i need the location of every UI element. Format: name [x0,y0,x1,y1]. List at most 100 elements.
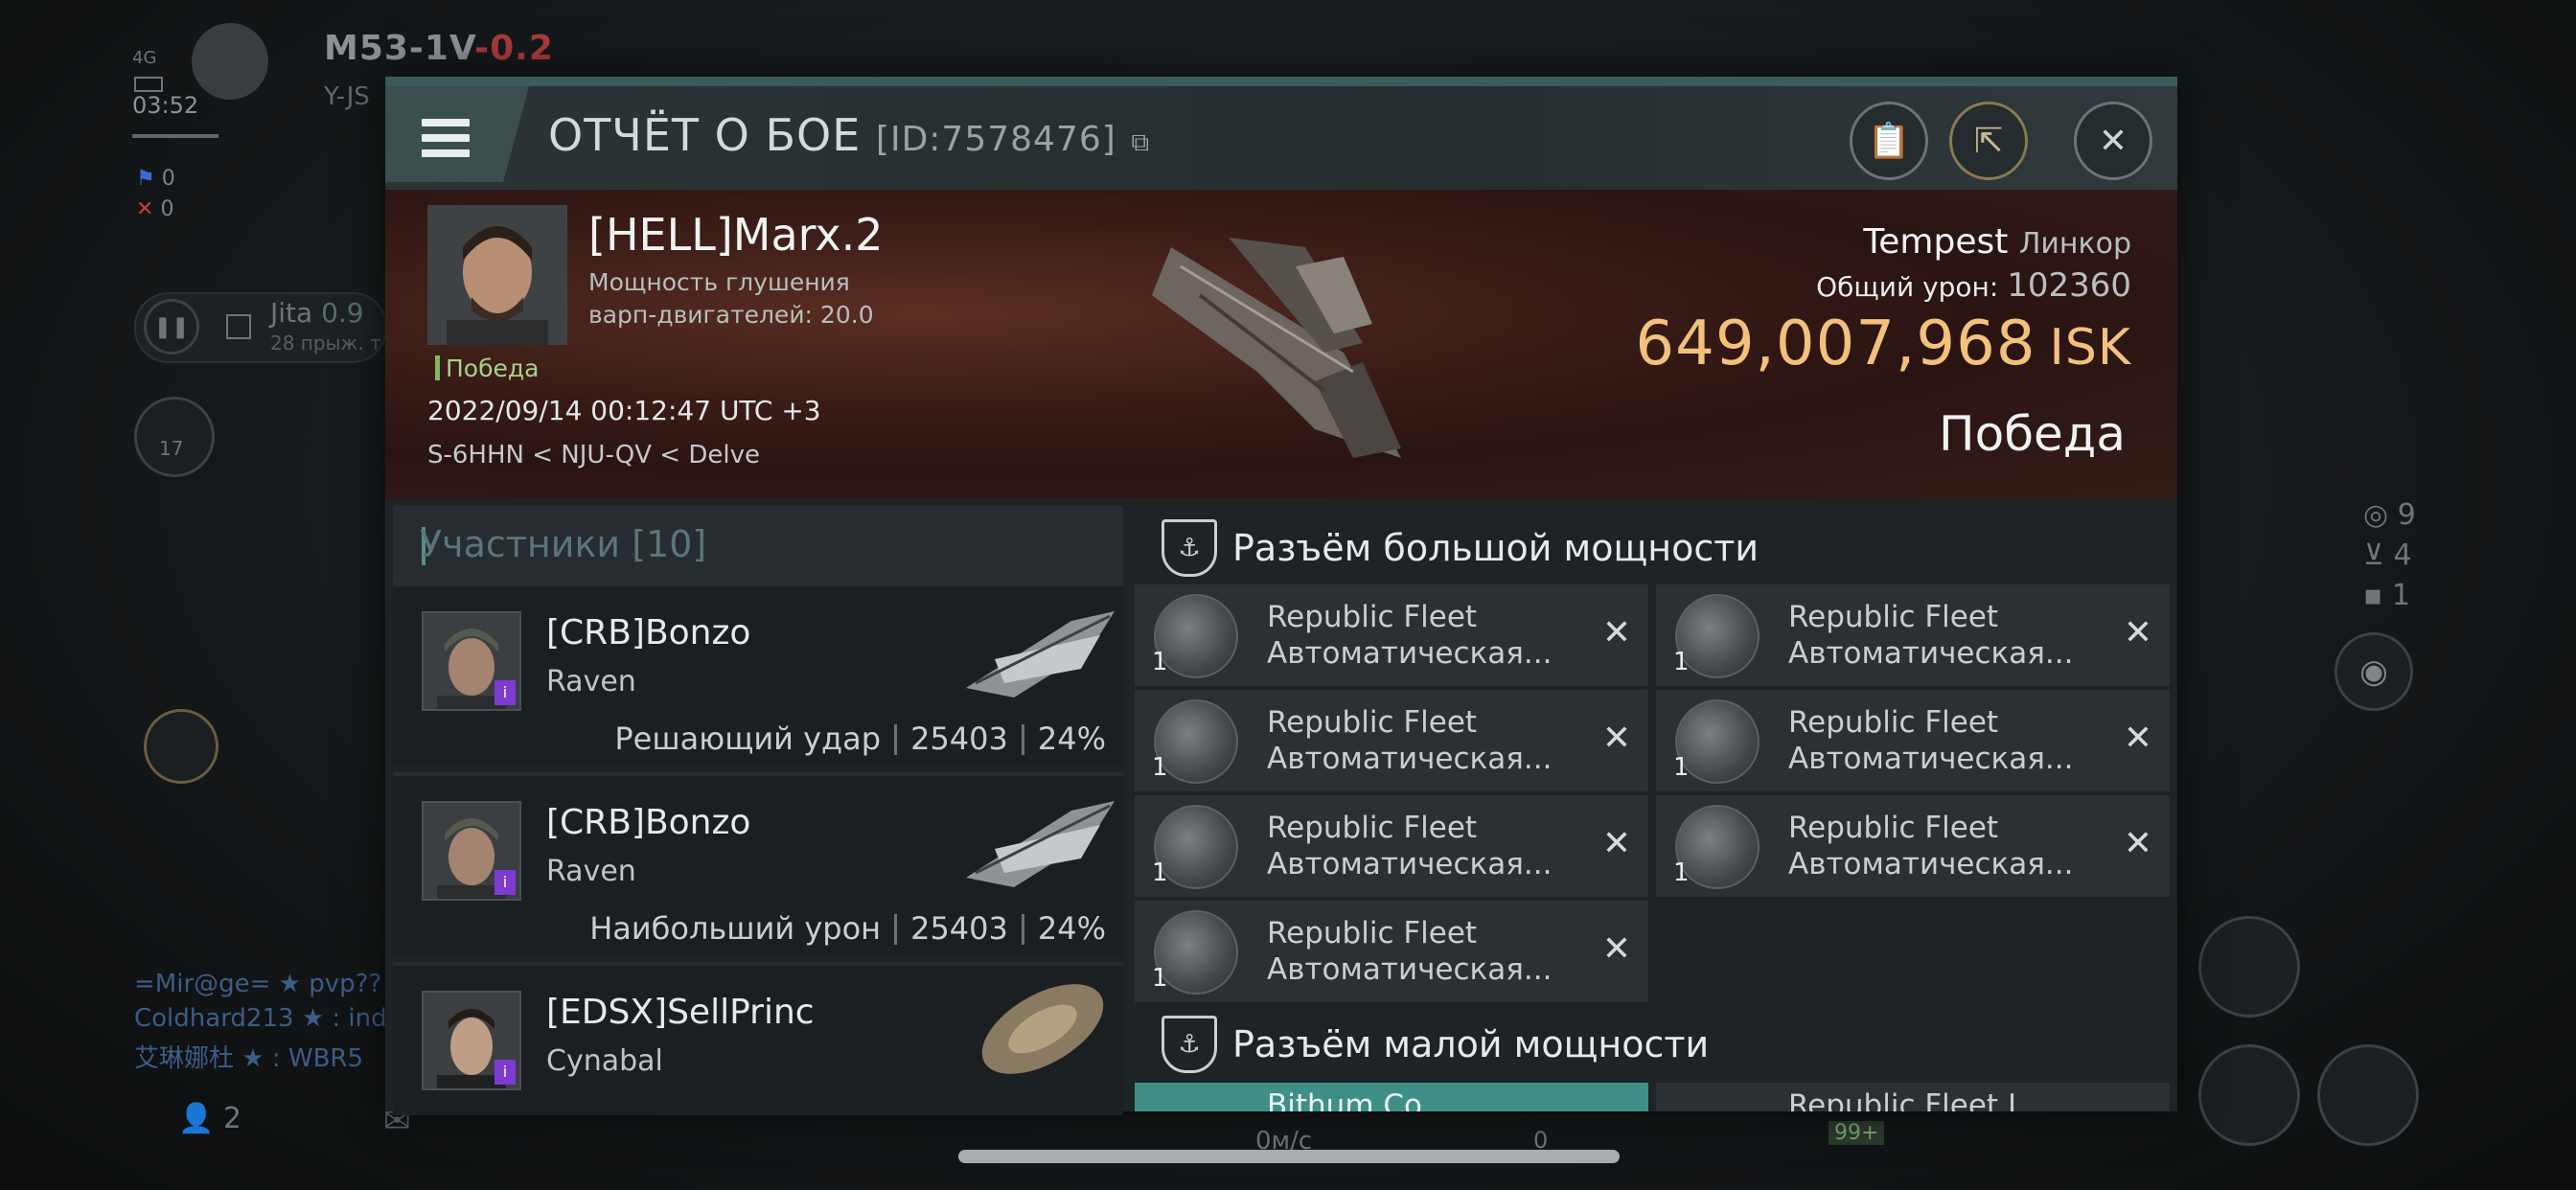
low-slots-title: Разъём малой мощности [1232,1023,1710,1065]
participant-row[interactable]: i [CRB]Bonzo Raven Решающий удар 25403 24% [393,583,1123,767]
dialog-top-accent [385,77,2177,86]
system-name[interactable]: M53-1V-0.2 [324,29,554,68]
participant-portrait[interactable]: i [422,801,521,901]
network-indicator: 4G [132,48,157,68]
close-button[interactable]: ✕ [2074,102,2152,180]
participant-name: [CRB]Bonzo [546,803,751,842]
pilot-portrait[interactable] [427,205,567,345]
notification-badge: 99+ [1828,1121,1885,1145]
eye-icon[interactable]: ◉ [2334,632,2413,711]
flag-row-red: ✕ 0 [136,197,174,221]
participant-ship: Raven [546,855,636,888]
module-name: Republic Fleet [1267,705,1478,740]
rank-level: 17 [159,437,184,460]
module-qty: 1 [1152,964,1168,993]
ship-image [966,611,1115,698]
module-name: Republic Fleet L... [1788,1088,2053,1111]
target-icon[interactable] [144,709,218,784]
module-item[interactable]: Bithum Co... [1135,1083,1648,1111]
destroyed-x-icon: ✕ [2123,719,2152,758]
module-type: Автоматическая... [1267,742,1552,776]
route-name: Jita 0.9 [270,297,364,329]
dialog-title-text: ОТЧЁТ О БОЕ [548,109,862,161]
kill-datetime: 2022/09/14 00:12:47 UTC +3 [427,395,821,426]
copy-icon[interactable]: ⧉ [1131,128,1150,157]
system-sub: Y-JS [324,82,370,111]
people-icon[interactable]: 👤 2 [178,1102,242,1135]
module-item[interactable]: 1 Republic Fleet Автоматическая... ✕ [1135,795,1648,897]
home-indicator[interactable] [958,1150,1620,1163]
module-name: Republic Fleet [1788,811,1999,845]
high-slots-header: ⚓ Разъём большой мощности [1133,506,2168,592]
ship-image [1152,238,1401,458]
close-icon: ✕ [2098,121,2128,161]
participants-title: Участники [10] [420,523,707,565]
chat-line: Coldhard213 ★ : indy [134,1004,402,1033]
module-item[interactable]: 1 Republic Fleet Автоматическая... ✕ [1656,690,2170,791]
module-item[interactable]: Republic Fleet L... [1656,1083,2170,1111]
module-name: Bithum Co... [1267,1088,1451,1111]
total-damage: Общий урон: 102360 [1816,266,2131,305]
battle-report-dialog: ОТЧЁТ О БОЕ [ID:7578476] ⧉ 📋 ⇱ ✕ [HELL]M… [385,77,2177,1115]
participant-row[interactable]: i [EDSX]SellPrinc Cynabal [393,962,1123,1115]
destroyed-x-icon: ✕ [1601,929,1631,969]
module-qty: 1 [1152,648,1168,676]
blue-flag-icon: ⚑ [136,167,155,191]
high-slots-title: Разъём большой мощности [1232,527,1760,569]
status-badge: Победа [435,355,540,382]
module-name: Republic Fleet [1267,600,1478,634]
checkbox-icon[interactable] [226,314,251,339]
module-item[interactable]: 1 Republic Fleet Автоматическая... ✕ [1135,901,1648,1002]
divider [132,134,218,138]
pilot-name[interactable]: [HELL]Marx.2 [588,209,883,261]
ship-name: Tempest [1863,222,2009,262]
module-slot-button[interactable] [2198,1044,2300,1146]
isk-value: 649,007,968 ISK [1635,309,2131,379]
dialog-title: ОТЧЁТ О БОЕ [ID:7578476] ⧉ [548,109,1150,161]
module-name: Republic Fleet [1267,916,1478,950]
share-button[interactable]: ⇱ [1949,102,2028,180]
ship-class: Линкор [2018,227,2131,261]
victim-ship[interactable]: Tempest Линкор [1863,222,2131,262]
participant-ship: Raven [546,665,636,698]
destroyed-x-icon: ✕ [1601,613,1631,652]
clipboard-button[interactable]: 📋 [1850,102,1928,180]
pause-icon[interactable]: ❚❚ [144,299,199,355]
module-qty: 1 [1673,858,1690,887]
module-item[interactable]: 1 Republic Fleet Автоматическая... ✕ [1135,690,1648,791]
module-item[interactable]: 1 Republic Fleet Автоматическая... ✕ [1656,584,2170,686]
pilot-attribute: Мощность глушения [588,268,850,296]
module-type: Автоматическая... [1267,952,1552,987]
kill-location[interactable]: S-6HHN < NJU-QV < Delve [427,441,760,469]
module-type: Автоматическая... [1788,636,2074,671]
module-item[interactable]: 1 Republic Fleet Автоматическая... ✕ [1135,584,1648,686]
module-type: Автоматическая... [1267,636,1552,671]
module-slot-button[interactable] [2317,1044,2419,1146]
clock: 03:52 [132,92,199,119]
flag-row-blue: ⚑ 0 [136,167,175,191]
info-badge-icon: i [494,870,516,895]
battery-icon [134,77,163,92]
high-slot-icon: ⚓ [1162,519,1217,577]
info-badge-icon: i [494,680,516,705]
share-icon: ⇱ [1973,121,2004,161]
report-id: [ID:7578476] [875,120,1116,159]
player-avatar[interactable] [192,23,268,100]
info-badge-icon: i [494,1060,516,1085]
people-count: 2 [222,1102,242,1135]
participant-row[interactable]: i [CRB]Bonzo Raven Наибольший урон 25403 2… [393,772,1123,956]
module-name: Republic Fleet [1267,811,1478,845]
square-icon: ▪ 1 [2363,579,2410,612]
participant-stats: Наибольший урон 25403 24% [589,910,1106,947]
red-x-icon: ✕ [136,197,154,221]
module-name: Republic Fleet [1788,600,1999,634]
participant-portrait[interactable]: i [422,611,521,711]
module-qty: 1 [1152,858,1168,887]
module-type: Автоматическая... [1788,847,2074,881]
participant-name: [CRB]Bonzo [546,613,751,652]
module-slot-button[interactable] [2198,916,2300,1018]
participant-portrait[interactable]: i [422,991,521,1090]
destroyed-x-icon: ✕ [2123,824,2152,863]
module-item[interactable]: 1 Republic Fleet Автоматическая... ✕ [1656,795,2170,897]
low-slot-icon: ⚓ [1162,1016,1217,1073]
